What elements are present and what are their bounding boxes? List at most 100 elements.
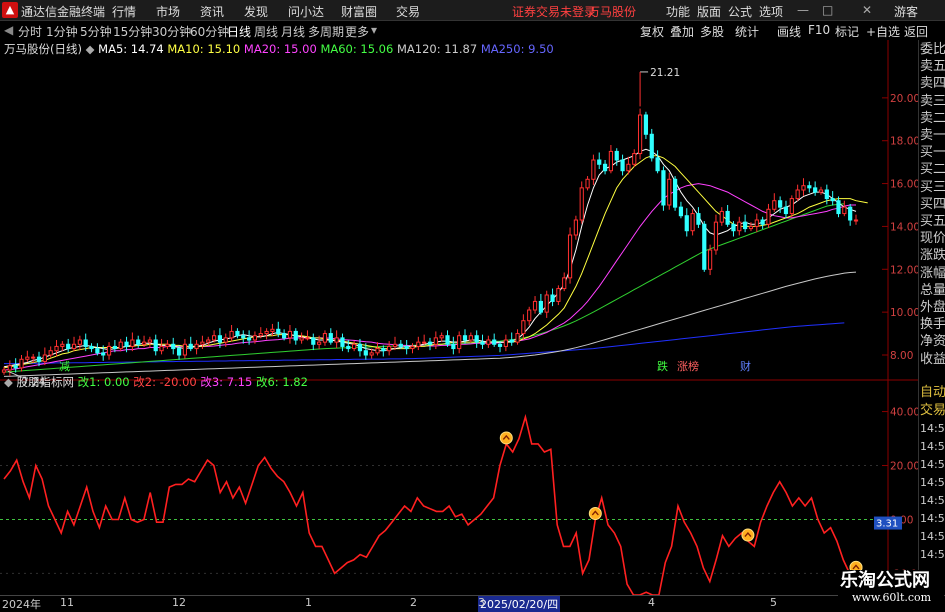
side-panel-item[interactable]: 卖二	[920, 111, 945, 126]
scroll-left-icon[interactable]: ◀	[4, 23, 13, 37]
side-panel-item[interactable]: 涨跌	[920, 248, 945, 263]
candle-body	[305, 337, 310, 340]
side-panel-item[interactable]: 买五	[920, 214, 945, 229]
side-panel-item[interactable]: 14:56	[920, 547, 945, 562]
toolbar-back[interactable]: 返回	[904, 23, 928, 40]
menu-ask[interactable]: 问小达	[288, 3, 324, 20]
tab-intraday[interactable]: 分时	[18, 23, 42, 40]
candle-body	[42, 354, 47, 362]
menu-options[interactable]: 选项	[759, 3, 783, 20]
more-dropdown-icon[interactable]: ▾	[371, 23, 377, 37]
side-panel-item[interactable]: 买二	[920, 162, 945, 177]
candle-body	[276, 328, 281, 335]
minimize-icon[interactable]: —	[797, 3, 809, 17]
menu-trade[interactable]: 交易	[396, 3, 420, 20]
login-notice[interactable]: 证券交易未登录	[512, 3, 596, 20]
side-panel-item[interactable]: 卖四	[920, 76, 945, 91]
side-panel-item[interactable]: 14:56	[920, 493, 945, 508]
candle-body	[690, 213, 695, 232]
date-cursor-label: 2025/02/20/四	[478, 596, 561, 612]
candle-body	[83, 339, 88, 347]
tab-daily[interactable]: 日线	[227, 23, 251, 40]
candle-body	[567, 234, 573, 279]
side-panel-item[interactable]: 现价	[920, 231, 945, 246]
tab-monthly[interactable]: 月线	[281, 23, 305, 40]
candle-body	[602, 163, 608, 172]
side-panel-item[interactable]: 14:56	[920, 421, 945, 436]
candle-body	[334, 337, 339, 343]
toolbar-stats[interactable]: 统计	[735, 23, 759, 40]
toolbar-overlay[interactable]: 叠加	[670, 23, 694, 40]
side-panel-item[interactable]: 总量	[920, 283, 945, 298]
side-panel-item[interactable]: 买一	[920, 145, 945, 160]
menu-quotes[interactable]: 行情	[112, 3, 136, 20]
toolbar-multi-stock[interactable]: 多股	[700, 23, 724, 40]
menu-formula[interactable]: 公式	[728, 3, 752, 20]
kline-chart[interactable]: 20.0018.0016.0014.0012.0010.008.0021.217…	[0, 40, 918, 595]
side-panel-item[interactable]: 卖一	[920, 128, 945, 143]
side-panel-item[interactable]: 买三	[920, 180, 945, 195]
side-panel-item[interactable]: 换手	[920, 317, 945, 332]
candle-body	[258, 333, 263, 337]
side-panel-item[interactable]: 14:56	[920, 529, 945, 544]
settings-icon[interactable]: ◆	[86, 42, 95, 56]
tab-5min[interactable]: 5分钟	[80, 23, 112, 40]
date-tick-label: 4	[648, 596, 655, 609]
menu-function[interactable]: 功能	[666, 3, 690, 20]
menu-market[interactable]: 市场	[156, 3, 180, 20]
candle-body	[591, 159, 596, 180]
tab-more[interactable]: 更多	[345, 23, 369, 40]
sub-legend: ◆ 股朋指标网 改1: 0.00 改2: -20.00 改3: 7.15 改6:…	[4, 374, 308, 389]
toolbar-restore-rights[interactable]: 复权	[640, 23, 664, 40]
menu-layout[interactable]: 版面	[697, 3, 721, 20]
side-panel-item[interactable]: 14:56	[920, 457, 945, 472]
date-tick-label: 5	[770, 596, 777, 609]
maximize-icon[interactable]: □	[822, 3, 833, 17]
side-panel-item[interactable]: 自动	[920, 385, 945, 400]
side-panel-item[interactable]: 买四	[920, 197, 945, 212]
toolbar-add-watchlist[interactable]: +自选	[866, 23, 900, 40]
side-panel-item[interactable]: 卖五	[920, 59, 945, 74]
side-panel-item[interactable]: 收益	[920, 352, 945, 367]
tab-30min[interactable]: 30分钟	[152, 23, 191, 40]
legend-ma5: MA5: 14.74	[98, 42, 164, 56]
tab-1min[interactable]: 1分钟	[46, 23, 78, 40]
candle-body	[719, 210, 724, 223]
toolbar-f10[interactable]: F10	[808, 23, 830, 37]
side-panel-item[interactable]: 外盘	[920, 300, 945, 315]
app-name: 通达信金融终端	[21, 5, 106, 19]
tab-multi-period[interactable]: 多周期	[308, 23, 344, 40]
candle-body	[375, 348, 380, 354]
tab-60min[interactable]: 60分钟	[190, 23, 229, 40]
candle-body	[66, 343, 71, 350]
side-panel-item[interactable]: 委比	[920, 42, 945, 57]
menu-community[interactable]: 财富圈	[341, 3, 377, 20]
candle-body	[457, 335, 462, 350]
tab-weekly[interactable]: 周线	[254, 23, 278, 40]
side-panel-item[interactable]: 交易	[920, 403, 945, 418]
side-panel-item[interactable]: 卖三	[920, 94, 945, 109]
side-panel-item[interactable]: 涨幅	[920, 266, 945, 281]
side-panel-item[interactable]: 净资	[920, 334, 945, 349]
toolbar-draw[interactable]: 画线	[777, 23, 801, 40]
menu-news[interactable]: 资讯	[200, 3, 224, 20]
settings-icon[interactable]: ◆	[4, 375, 13, 389]
watermark: 乐淘公式网 www.60lt.com	[838, 570, 944, 608]
side-panel-item[interactable]: 14:56	[920, 439, 945, 454]
side-panel-item[interactable]: 14:56	[920, 511, 945, 526]
user-guest[interactable]: 游客	[894, 3, 918, 20]
oscillator-line	[3, 413, 856, 595]
candle-body	[527, 309, 532, 322]
menu-discover[interactable]: 发现	[244, 3, 268, 20]
close-icon[interactable]: ✕	[862, 3, 872, 17]
candle-body	[474, 335, 479, 343]
candle-body	[25, 356, 30, 360]
tab-15min[interactable]: 15分钟	[113, 23, 152, 40]
side-panel-item[interactable]: 14:56	[920, 475, 945, 490]
price-tick-label: 20.00	[890, 93, 918, 105]
candle-body	[848, 206, 853, 221]
candle-body	[48, 350, 53, 356]
toolbar-mark[interactable]: 标记	[835, 23, 859, 40]
candle-body	[410, 345, 415, 350]
candle-body	[480, 341, 485, 345]
